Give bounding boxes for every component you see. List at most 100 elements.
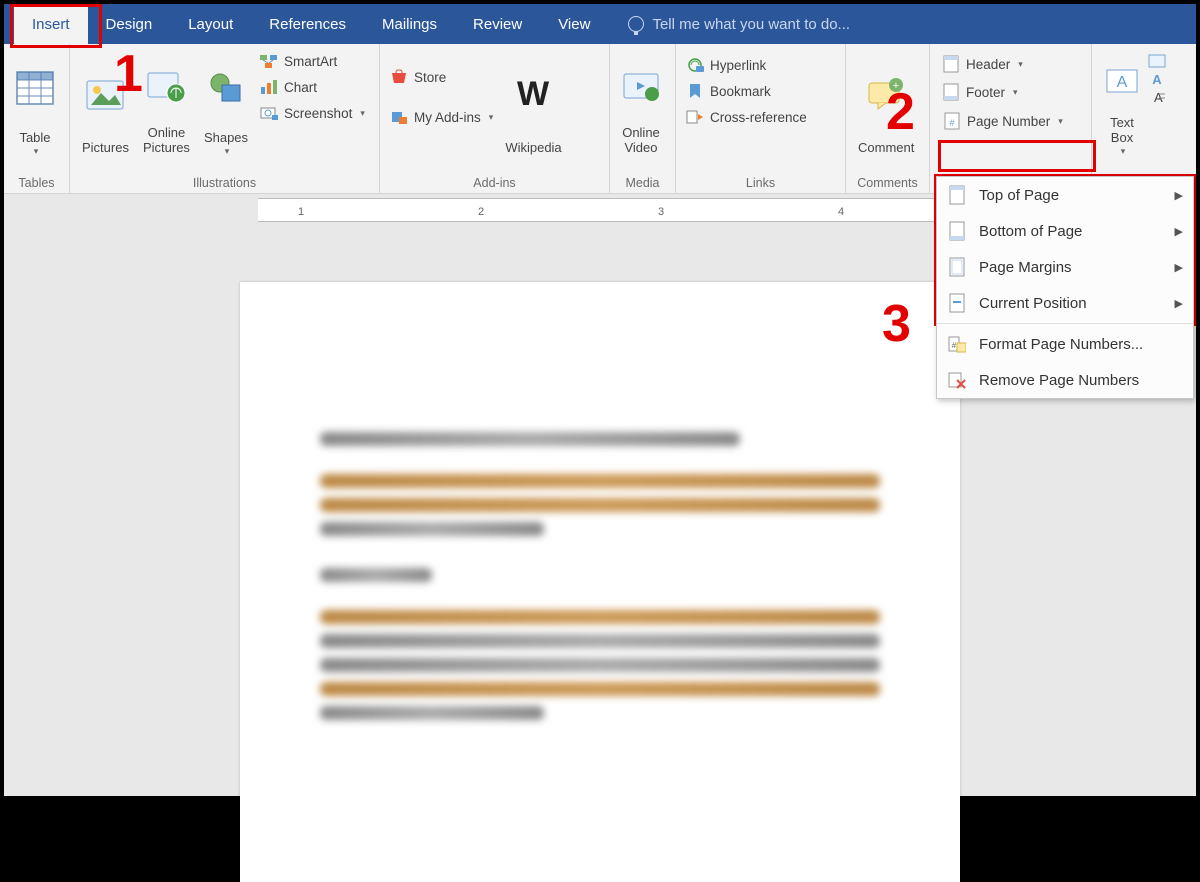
shapes-button[interactable]: Shapes ▾ xyxy=(198,48,254,158)
svg-text:1: 1 xyxy=(298,206,304,218)
smartart-button[interactable]: SmartArt xyxy=(256,50,369,72)
chart-button[interactable]: Chart xyxy=(256,76,369,98)
wikipedia-button[interactable]: W Wikipedia xyxy=(499,48,567,158)
drop-cap-icon[interactable]: A xyxy=(1148,90,1166,104)
svg-text:2: 2 xyxy=(478,206,484,218)
caret-icon: ▾ xyxy=(1121,146,1126,156)
page-number-dropdown: Top of Page ▶ Bottom of Page ▶ Page Marg… xyxy=(936,176,1194,399)
svg-text:A: A xyxy=(1152,72,1162,86)
menu-separator xyxy=(937,323,1193,324)
wikipedia-icon: W xyxy=(513,50,553,137)
group-addins: Store My Add-ins ▾ W Wikipedia Add-ins xyxy=(380,44,610,193)
store-button[interactable]: Store xyxy=(386,66,497,88)
group-label-media: Media xyxy=(616,173,669,191)
submenu-arrow-icon: ▶ xyxy=(1175,261,1183,274)
caret-icon: ▾ xyxy=(34,146,39,156)
addins-icon xyxy=(390,108,408,126)
current-position-icon xyxy=(947,293,967,313)
blurred-text xyxy=(320,568,432,582)
ribbon-tabs: Insert Design Layout References Mailings… xyxy=(4,4,1196,44)
svg-text:4: 4 xyxy=(838,206,844,218)
group-label-comments: Comments xyxy=(852,173,923,191)
svg-text:A: A xyxy=(1117,74,1128,91)
text-box-icon: A xyxy=(1104,50,1140,112)
callout-number-2: 2 xyxy=(886,82,915,142)
group-links: Hyperlink Bookmark Cross-reference Links xyxy=(676,44,846,193)
text-box-button[interactable]: A Text Box ▾ xyxy=(1098,48,1146,158)
screenshot-icon xyxy=(260,104,278,122)
page-number-icon: # xyxy=(943,112,961,130)
submenu-arrow-icon: ▶ xyxy=(1175,189,1183,202)
bookmark-button[interactable]: Bookmark xyxy=(682,80,811,102)
my-addins-button[interactable]: My Add-ins ▾ xyxy=(386,106,497,128)
video-icon xyxy=(622,50,660,122)
hyperlink-button[interactable]: Hyperlink xyxy=(682,54,811,76)
group-media: Online Video Media xyxy=(610,44,676,193)
cross-reference-button[interactable]: Cross-reference xyxy=(682,106,811,128)
blurred-text xyxy=(320,432,740,446)
menu-format-page-numbers[interactable]: # Format Page Numbers... xyxy=(937,326,1193,362)
blurred-text xyxy=(320,522,544,536)
shapes-icon xyxy=(208,50,244,127)
crossref-icon xyxy=(686,108,704,126)
online-video-button[interactable]: Online Video xyxy=(616,48,666,158)
page-top-icon xyxy=(947,185,967,205)
wordart-icon[interactable]: A xyxy=(1148,72,1166,86)
menu-top-of-page[interactable]: Top of Page ▶ xyxy=(937,177,1193,213)
blurred-text xyxy=(320,706,544,720)
footer-button[interactable]: Footer ▾ xyxy=(936,80,1085,104)
document-page[interactable] xyxy=(240,282,960,882)
table-icon xyxy=(16,50,54,127)
blurred-text xyxy=(320,498,880,512)
online-pictures-button[interactable]: Online Pictures xyxy=(137,48,196,158)
tab-mailings[interactable]: Mailings xyxy=(364,4,455,44)
tab-review[interactable]: Review xyxy=(455,4,540,44)
blurred-text xyxy=(320,634,880,648)
group-header-footer: Header ▾ Footer ▾ # Page Number ▾ xyxy=(930,44,1092,193)
footer-icon xyxy=(942,83,960,101)
table-button[interactable]: Table ▾ xyxy=(10,48,60,158)
menu-page-margins[interactable]: Page Margins ▶ xyxy=(937,249,1193,285)
svg-text:W: W xyxy=(517,77,550,111)
bookmark-icon xyxy=(686,82,704,100)
group-text: A Text Box ▾ A A xyxy=(1092,44,1192,193)
smartart-icon xyxy=(260,52,278,70)
page-margins-icon xyxy=(947,257,967,277)
tab-design[interactable]: Design xyxy=(88,4,171,44)
tell-me-placeholder: Tell me what you want to do... xyxy=(652,16,850,33)
group-tables: Table ▾ Tables xyxy=(4,44,70,193)
remove-numbers-icon xyxy=(947,370,967,390)
svg-text:#: # xyxy=(952,341,957,350)
online-pictures-icon xyxy=(146,50,186,122)
screenshot-button[interactable]: Screenshot▾ xyxy=(256,102,369,124)
format-numbers-icon: # xyxy=(947,334,967,354)
tell-me-search[interactable]: Tell me what you want to do... xyxy=(608,4,850,44)
menu-remove-page-numbers[interactable]: Remove Page Numbers xyxy=(937,362,1193,398)
menu-current-position[interactable]: Current Position ▶ xyxy=(937,285,1193,321)
blurred-text xyxy=(320,610,880,624)
blurred-text xyxy=(320,658,880,672)
chart-icon xyxy=(260,78,278,96)
submenu-arrow-icon: ▶ xyxy=(1175,225,1183,238)
page-bottom-icon xyxy=(947,221,967,241)
svg-text:#: # xyxy=(949,118,954,128)
group-label-addins: Add-ins xyxy=(386,173,603,191)
tab-references[interactable]: References xyxy=(251,4,364,44)
ribbon: Table ▾ Tables Pictures Onli xyxy=(4,44,1196,194)
page-number-button[interactable]: # Page Number ▾ xyxy=(936,108,1085,134)
tab-insert[interactable]: Insert xyxy=(14,4,88,44)
blurred-text xyxy=(320,474,880,488)
menu-bottom-of-page[interactable]: Bottom of Page ▶ xyxy=(937,213,1193,249)
group-label-illustrations: Illustrations xyxy=(76,173,373,191)
caret-icon: ▾ xyxy=(225,146,230,156)
tab-layout[interactable]: Layout xyxy=(170,4,251,44)
tab-view[interactable]: View xyxy=(540,4,608,44)
svg-text:3: 3 xyxy=(658,206,664,218)
quick-parts-icon[interactable] xyxy=(1148,54,1166,68)
group-label-tables: Tables xyxy=(10,173,63,191)
callout-number-3: 3 xyxy=(882,294,911,354)
store-icon xyxy=(390,68,408,86)
hyperlink-icon xyxy=(686,56,704,74)
submenu-arrow-icon: ▶ xyxy=(1175,297,1183,310)
header-button[interactable]: Header ▾ xyxy=(936,52,1085,76)
